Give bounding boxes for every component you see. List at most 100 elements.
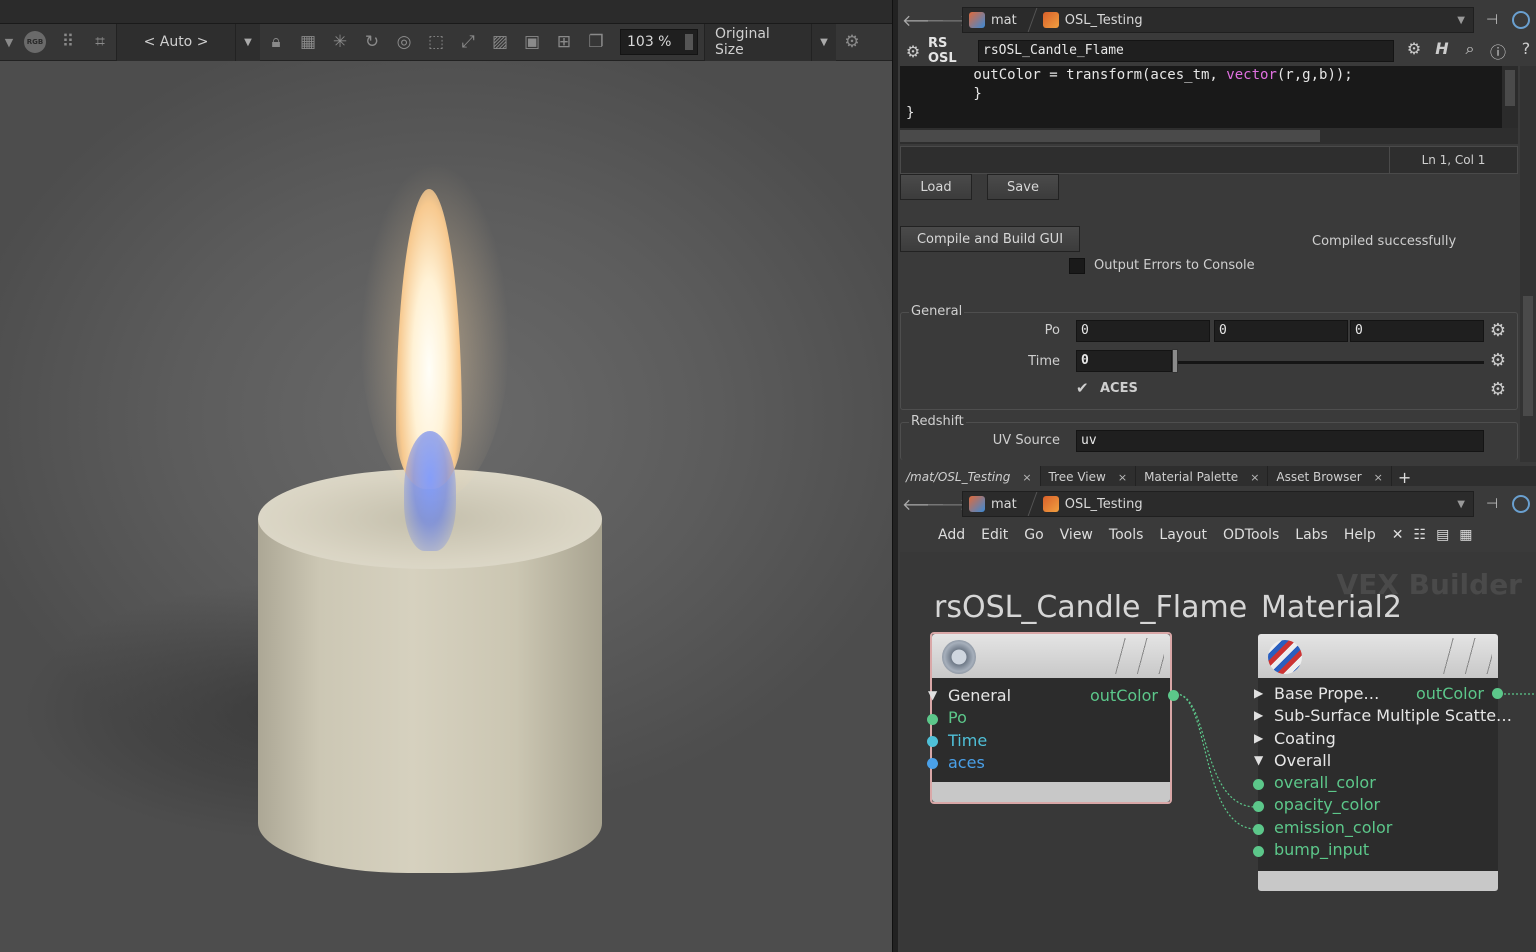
input-port[interactable] (1253, 779, 1264, 790)
code-horizontal-scrollbar[interactable] (900, 128, 1518, 144)
menu-view[interactable]: View (1060, 527, 1093, 543)
tree-layout-icon[interactable]: ☷ (1414, 527, 1427, 543)
close-icon[interactable]: × (1022, 471, 1031, 484)
node-footer[interactable] (1258, 871, 1498, 891)
info-icon[interactable]: ⓘ (1484, 39, 1512, 63)
aces-check-icon[interactable]: ✔ (1076, 379, 1089, 397)
lock-icon[interactable]: 🔒︎ (264, 30, 288, 54)
pin-icon[interactable]: ⊣ (1486, 12, 1498, 28)
tab-network[interactable]: /mat/OSL_Testing × (898, 466, 1041, 488)
node-footer[interactable] (932, 782, 1170, 802)
tab-asset-browser[interactable]: Asset Browser × (1268, 466, 1392, 488)
param-scrollbar[interactable] (1520, 66, 1536, 462)
menu-go[interactable]: Go (1024, 527, 1043, 543)
settings-gear-icon[interactable]: ⚙ (840, 30, 864, 54)
po-z-field[interactable]: 0 (1350, 320, 1484, 342)
zoom-mode-dropdown[interactable]: < Auto > (116, 23, 236, 61)
network-path-breadcrumb[interactable]: mat OSL_Testing ▼ (962, 491, 1474, 517)
node-name-field[interactable]: rsOSL_Candle_Flame (978, 40, 1394, 62)
menu-arrow-icon[interactable]: ▼ (2, 30, 16, 54)
menu-tools[interactable]: Tools (1109, 527, 1144, 543)
section-overall[interactable]: Overall (1274, 751, 1331, 770)
input-port[interactable] (1253, 824, 1264, 835)
link-status-icon[interactable] (1512, 495, 1530, 513)
checker-icon[interactable]: ▦ (296, 30, 320, 54)
size-mode-dropdown[interactable]: Original Size (704, 23, 812, 61)
close-icon[interactable]: × (1118, 471, 1127, 484)
forward-arrow-icon[interactable]: 🡒 (926, 10, 969, 30)
fit-icon[interactable]: ⤢ (456, 30, 480, 54)
time-slider-handle[interactable] (1172, 349, 1178, 373)
wrench-icon[interactable]: ✕ (1392, 527, 1404, 543)
region-icon[interactable]: ⬚ (424, 30, 448, 54)
back-arrow-icon[interactable]: 🡐 (902, 10, 945, 30)
target-icon[interactable]: ◎ (392, 30, 416, 54)
node-settings-gear-icon[interactable]: ⚙ (1400, 39, 1428, 63)
forward-arrow-icon[interactable]: 🡒 (926, 494, 969, 514)
input-port[interactable] (927, 714, 938, 725)
output-port[interactable] (1492, 688, 1503, 699)
tab-material-palette[interactable]: Material Palette × (1136, 466, 1269, 488)
output-outcolor[interactable]: outColor (1416, 684, 1484, 703)
crop-icon[interactable]: ⌗ (88, 30, 112, 54)
node-title-rsosl[interactable]: rsOSL_Candle_Flame (934, 590, 1247, 625)
network-canvas[interactable]: VEX Builder rsOSL_Candle_Flame Material2… (900, 552, 1536, 952)
menu-layout[interactable]: Layout (1159, 527, 1207, 543)
uv-source-field[interactable]: uv (1076, 430, 1484, 452)
path-context[interactable]: mat (963, 8, 1023, 32)
po-y-field[interactable]: 0 (1214, 320, 1348, 342)
node-header[interactable] (932, 634, 1170, 678)
zoom-percent-field[interactable]: 103 % (620, 29, 698, 55)
refresh-icon[interactable]: ↻ (360, 30, 384, 54)
close-icon[interactable]: × (1250, 471, 1259, 484)
input-emission-color[interactable]: emission_color (1274, 818, 1392, 837)
path-dropdown-icon[interactable]: ▼ (1457, 499, 1465, 510)
section-subsurface[interactable]: Sub-Surface Multiple Scatte… (1274, 706, 1512, 725)
list-icon[interactable]: ▤ (1436, 527, 1449, 543)
path-node[interactable]: OSL_Testing (1037, 8, 1149, 32)
po-x-field[interactable]: 0 (1076, 320, 1210, 342)
output-outcolor[interactable]: outColor (1090, 686, 1158, 705)
input-port[interactable] (1253, 801, 1264, 812)
menu-help[interactable]: Help (1344, 527, 1376, 543)
input-port[interactable] (927, 758, 938, 769)
input-opacity-color[interactable]: opacity_color (1274, 795, 1380, 814)
add-snapshot-icon[interactable]: ⊞ (552, 30, 576, 54)
back-arrow-icon[interactable]: 🡐 (902, 494, 945, 514)
time-field[interactable]: 0 (1076, 350, 1172, 372)
compile-button[interactable]: Compile and Build GUI (900, 226, 1080, 252)
stripes-icon[interactable]: ▨ (488, 30, 512, 54)
time-gear-icon[interactable]: ⚙ (1488, 351, 1508, 371)
expand-triangle-icon[interactable]: ▼ (928, 688, 937, 702)
node-title-material2[interactable]: Material2 (1261, 590, 1402, 625)
help-h-icon[interactable]: H (1428, 39, 1456, 63)
rsosl-node[interactable]: ▼ General outColor Po Time aces (927, 632, 1179, 804)
input-port[interactable] (927, 736, 938, 747)
save-button[interactable]: Save (987, 174, 1059, 200)
section-base-properties[interactable]: Base Prope… (1274, 684, 1379, 703)
copy-icon[interactable]: ❐ (584, 30, 608, 54)
aces-gear-icon[interactable]: ⚙ (1488, 380, 1508, 400)
expand-triangle-icon[interactable]: ▼ (1254, 753, 1263, 767)
load-button[interactable]: Load (900, 174, 972, 200)
input-bump-input[interactable]: bump_input (1274, 840, 1369, 859)
link-status-icon[interactable] (1512, 11, 1530, 29)
zoom-mode-arrow-icon[interactable]: ▼ (236, 23, 260, 61)
path-dropdown-icon[interactable]: ▼ (1457, 15, 1465, 26)
menu-odtools[interactable]: ODTools (1223, 527, 1279, 543)
expand-triangle-icon[interactable]: ▶ (1254, 686, 1263, 700)
path-context[interactable]: mat (963, 492, 1023, 516)
menu-edit[interactable]: Edit (981, 527, 1008, 543)
input-po[interactable]: Po (948, 708, 967, 727)
node-header[interactable] (1258, 634, 1498, 678)
osl-code-editor[interactable]: outColor = transform(aces_tm, vector(r,g… (900, 66, 1518, 128)
input-overall-color[interactable]: overall_color (1274, 773, 1376, 792)
rgb-channel-button[interactable]: RGB (24, 31, 46, 53)
input-port[interactable] (1253, 846, 1264, 857)
expand-triangle-icon[interactable]: ▶ (1254, 731, 1263, 745)
section-coating[interactable]: Coating (1274, 729, 1336, 748)
tab-tree-view[interactable]: Tree View × (1041, 466, 1137, 488)
expand-triangle-icon[interactable]: ▶ (1254, 708, 1263, 722)
menu-labs[interactable]: Labs (1295, 527, 1328, 543)
path-node[interactable]: OSL_Testing (1037, 492, 1149, 516)
